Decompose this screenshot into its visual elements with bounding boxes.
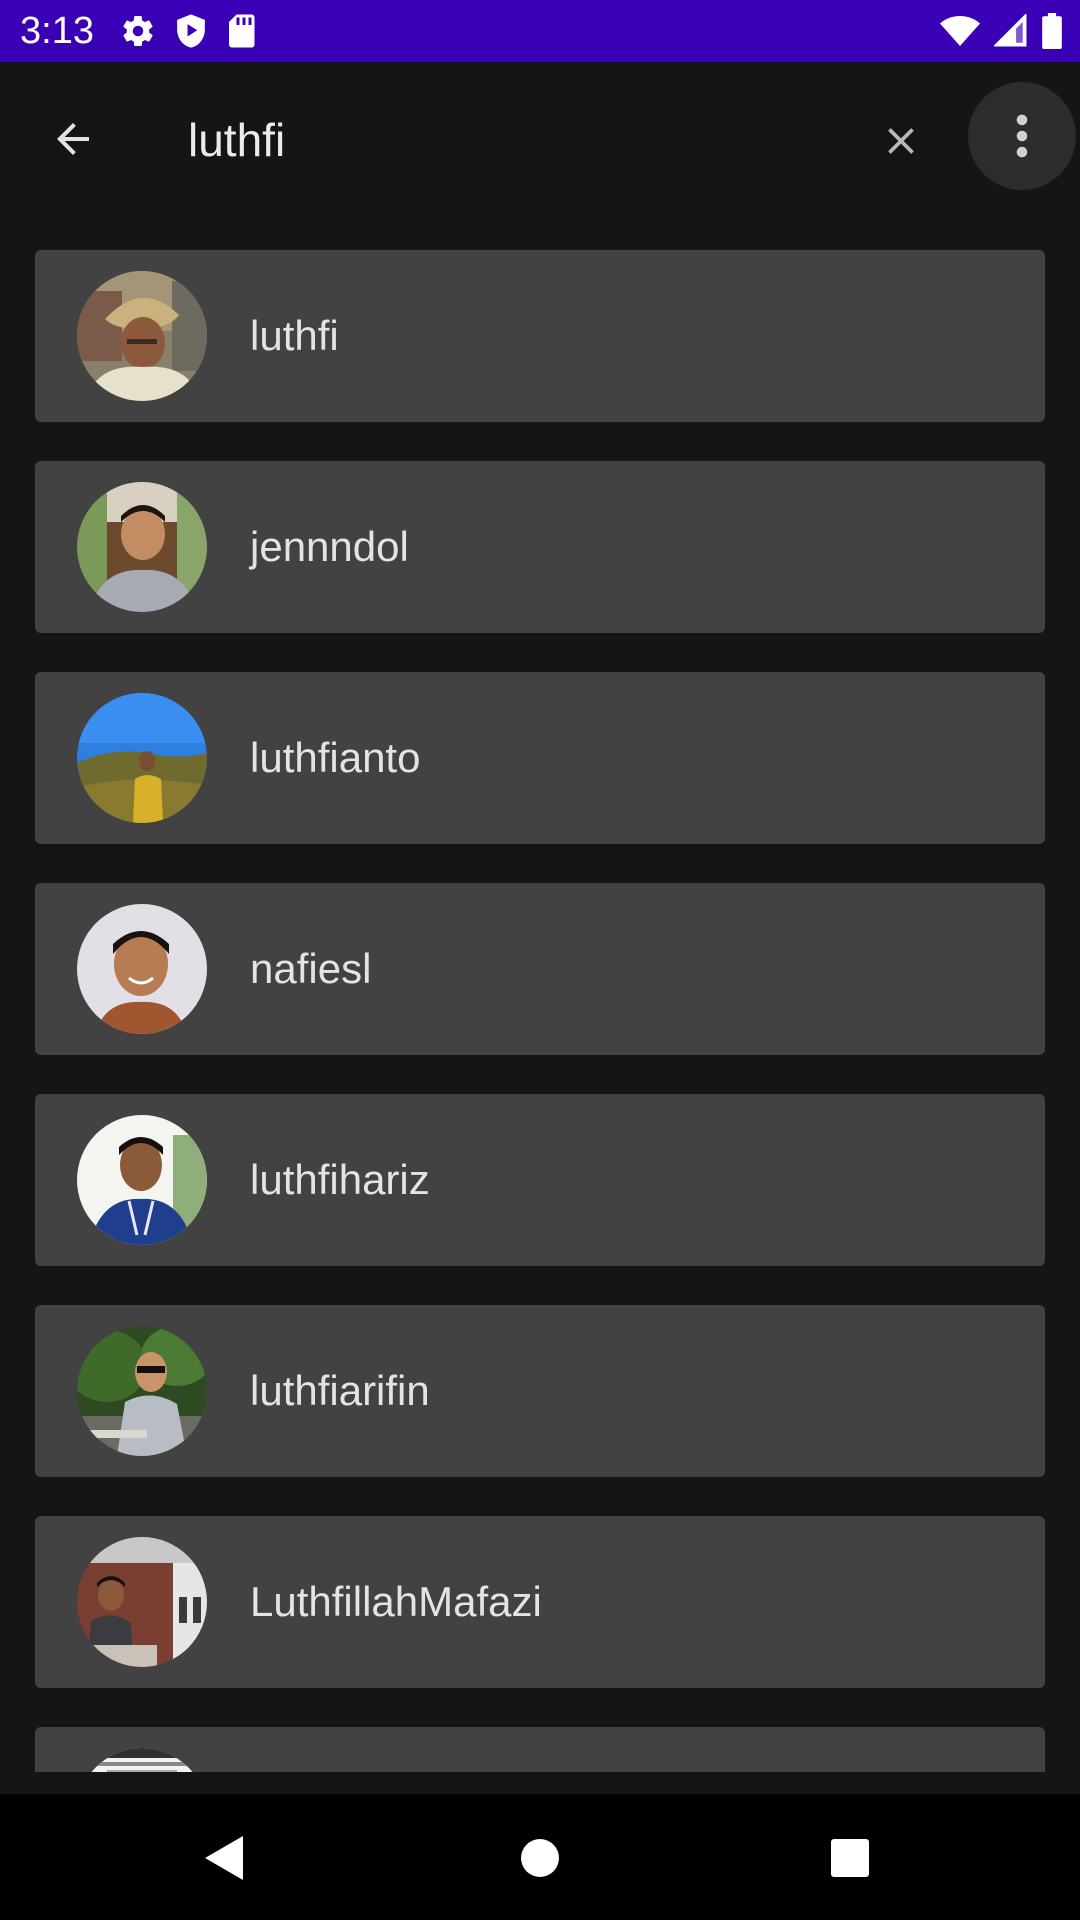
status-left-icons (120, 12, 256, 50)
more-options-button[interactable] (968, 82, 1076, 190)
status-time: 3:13 (20, 10, 94, 52)
avatar-man-building (77, 1537, 207, 1667)
arrow-left-icon (57, 123, 89, 155)
username-label: LuthfillahMafazi (250, 1578, 542, 1625)
user-list-item[interactable]: luthfianto (35, 672, 1045, 844)
signal-icon (994, 14, 1027, 47)
user-list-item[interactable]: nafiesl (35, 883, 1045, 1055)
avatar-painting (77, 271, 207, 401)
screen: 3:13 luthfi luthfi jennndol luthfianto n… (0, 0, 1080, 1920)
username-label: nafiesl (250, 945, 372, 992)
nav-back-button[interactable] (184, 1818, 264, 1898)
avatar-man-grey-shirt (77, 482, 207, 612)
avatar-man-blue-sky (77, 693, 207, 823)
status-right-icons (940, 12, 1062, 50)
user-list-item[interactable]: luthfiarifin (35, 1305, 1045, 1477)
navigation-bar (0, 1794, 1080, 1920)
nav-home-button[interactable] (500, 1818, 580, 1898)
more-vertical-icon (1016, 114, 1028, 158)
sd-card-icon (229, 14, 255, 48)
recents-square-icon (831, 1839, 869, 1877)
user-list-item[interactable]: LuthfillahMafazi (35, 1516, 1045, 1688)
back-triangle-icon (205, 1836, 243, 1880)
clear-search-button[interactable] (866, 106, 936, 176)
search-toolbar (0, 62, 1080, 212)
user-list-item[interactable] (35, 1727, 1045, 1772)
nav-recents-button[interactable] (810, 1818, 890, 1898)
home-circle-icon (521, 1839, 559, 1877)
user-list-item[interactable]: jennndol (35, 461, 1045, 633)
avatar-partial (77, 1748, 207, 1772)
username-label: luthfi (250, 312, 339, 359)
search-input[interactable] (188, 102, 848, 178)
wifi-icon (940, 16, 980, 46)
avatar-man-smiling (77, 904, 207, 1034)
username-label: luthfianto (250, 734, 421, 781)
username-label: luthfihariz (250, 1156, 430, 1203)
status-bar: 3:13 (0, 0, 1080, 62)
avatar-man-lanyard (77, 1115, 207, 1245)
user-list-item[interactable]: luthfi (35, 250, 1045, 422)
back-button[interactable] (38, 104, 108, 174)
avatar-man-sunglasses (77, 1326, 207, 1456)
battery-icon (1042, 13, 1062, 49)
username-label: luthfiarifin (250, 1367, 430, 1414)
close-icon (888, 128, 914, 154)
user-list-item[interactable]: luthfihariz (35, 1094, 1045, 1266)
username-label: jennndol (250, 523, 409, 570)
results-list[interactable]: luthfi jennndol luthfianto nafiesl luthf… (0, 212, 1080, 1772)
play-protect-icon (177, 14, 205, 48)
gear-icon (123, 16, 153, 47)
